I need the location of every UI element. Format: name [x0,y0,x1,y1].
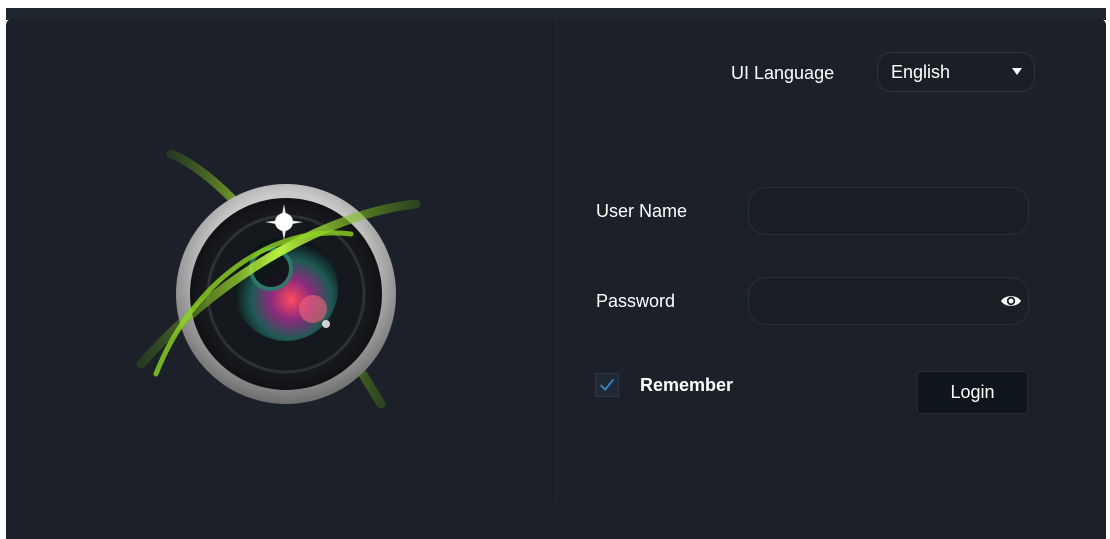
login-button[interactable]: Login [917,371,1028,414]
username-input[interactable] [749,188,1028,234]
username-label: User Name [596,201,688,221]
chevron-down-icon [1012,68,1022,75]
password-field[interactable] [748,277,1029,325]
camera-lens-icon [136,149,421,409]
ui-language-label: UI Language [731,63,835,83]
ui-language-select[interactable]: English [877,52,1035,92]
login-panel: UI Language English User Name Password R… [6,19,1106,539]
ui-language-value: English [891,62,951,82]
remember-label: Remember [640,375,734,395]
remember-checkbox[interactable] [595,373,619,397]
panel-divider [556,19,557,501]
password-label: Password [596,291,676,311]
eye-icon[interactable] [1000,293,1022,309]
password-input[interactable] [749,278,1028,324]
checkmark-icon [599,378,615,391]
username-field[interactable] [748,187,1029,235]
